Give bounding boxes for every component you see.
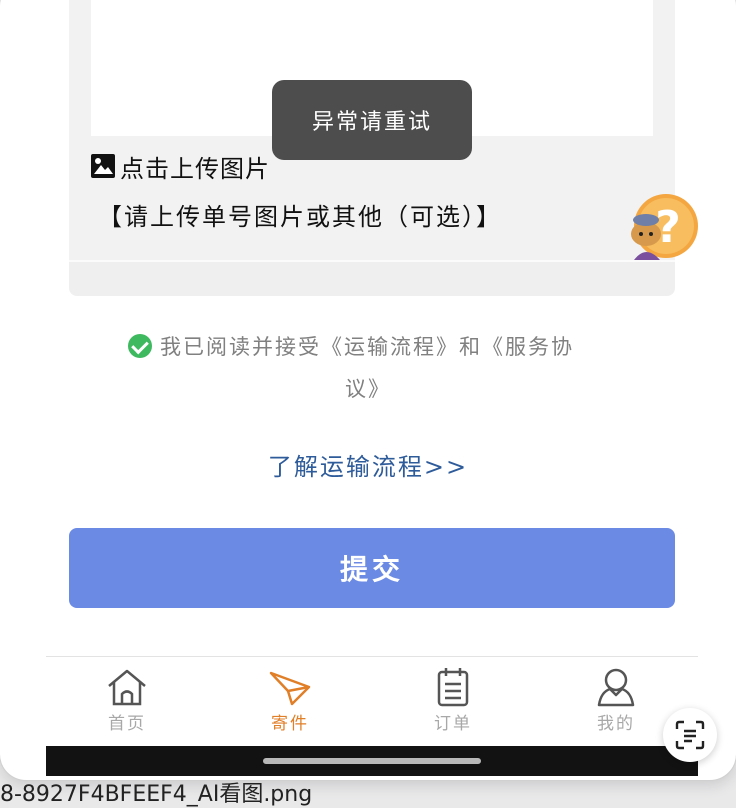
- order-list-icon: [437, 668, 469, 707]
- svg-text:?: ?: [655, 202, 681, 253]
- learn-transport-process-link[interactable]: 了解运输流程>>: [0, 447, 736, 482]
- submit-button[interactable]: 提交: [69, 528, 675, 608]
- tab-profile-label: 我的: [597, 714, 635, 734]
- help-mascot-icon[interactable]: ?: [624, 190, 700, 266]
- finder-filename-label: 8-8927F4BFEEF4_AI看图.png: [0, 782, 313, 807]
- tab-home-label: 首页: [108, 714, 146, 734]
- image-icon: [91, 154, 115, 178]
- upload-hint: 【请上传单号图片或其他（可选）】: [98, 203, 502, 231]
- tab-send-label: 寄件: [271, 714, 309, 734]
- tab-send[interactable]: 寄件: [230, 667, 350, 734]
- error-toast: 异常请重试: [272, 80, 472, 160]
- paper-plane-icon: [269, 671, 311, 706]
- phone-window: 点击上传图片 【请上传单号图片或其他（可选）】 我已阅读并接受《运输流程》和《服…: [0, 0, 736, 780]
- check-circle-icon[interactable]: [128, 334, 152, 358]
- system-home-bar: [46, 746, 698, 776]
- upload-image-label: 点击上传图片: [120, 154, 270, 183]
- bottom-tab-bar: 首页 寄件 订单 我的: [46, 656, 698, 747]
- tab-profile[interactable]: 我的: [556, 667, 676, 734]
- home-icon: [108, 669, 146, 706]
- upload-image-button[interactable]: 点击上传图片: [90, 150, 270, 183]
- scan-text-button[interactable]: [663, 708, 717, 762]
- panel-footer-strip: [69, 260, 675, 296]
- tab-home[interactable]: 首页: [67, 667, 187, 734]
- agreement-row[interactable]: 我已阅读并接受《运输流程》和《服务协 议》: [128, 326, 628, 410]
- tab-orders-label: 订单: [434, 714, 472, 734]
- home-indicator[interactable]: [263, 758, 481, 764]
- agreement-text: 我已阅读并接受《运输流程》和《服务协: [160, 335, 574, 359]
- user-icon: [597, 668, 635, 707]
- scan-text-icon: [675, 720, 705, 750]
- agreement-text-continued: 议》: [345, 377, 391, 401]
- tab-orders[interactable]: 订单: [393, 667, 513, 734]
